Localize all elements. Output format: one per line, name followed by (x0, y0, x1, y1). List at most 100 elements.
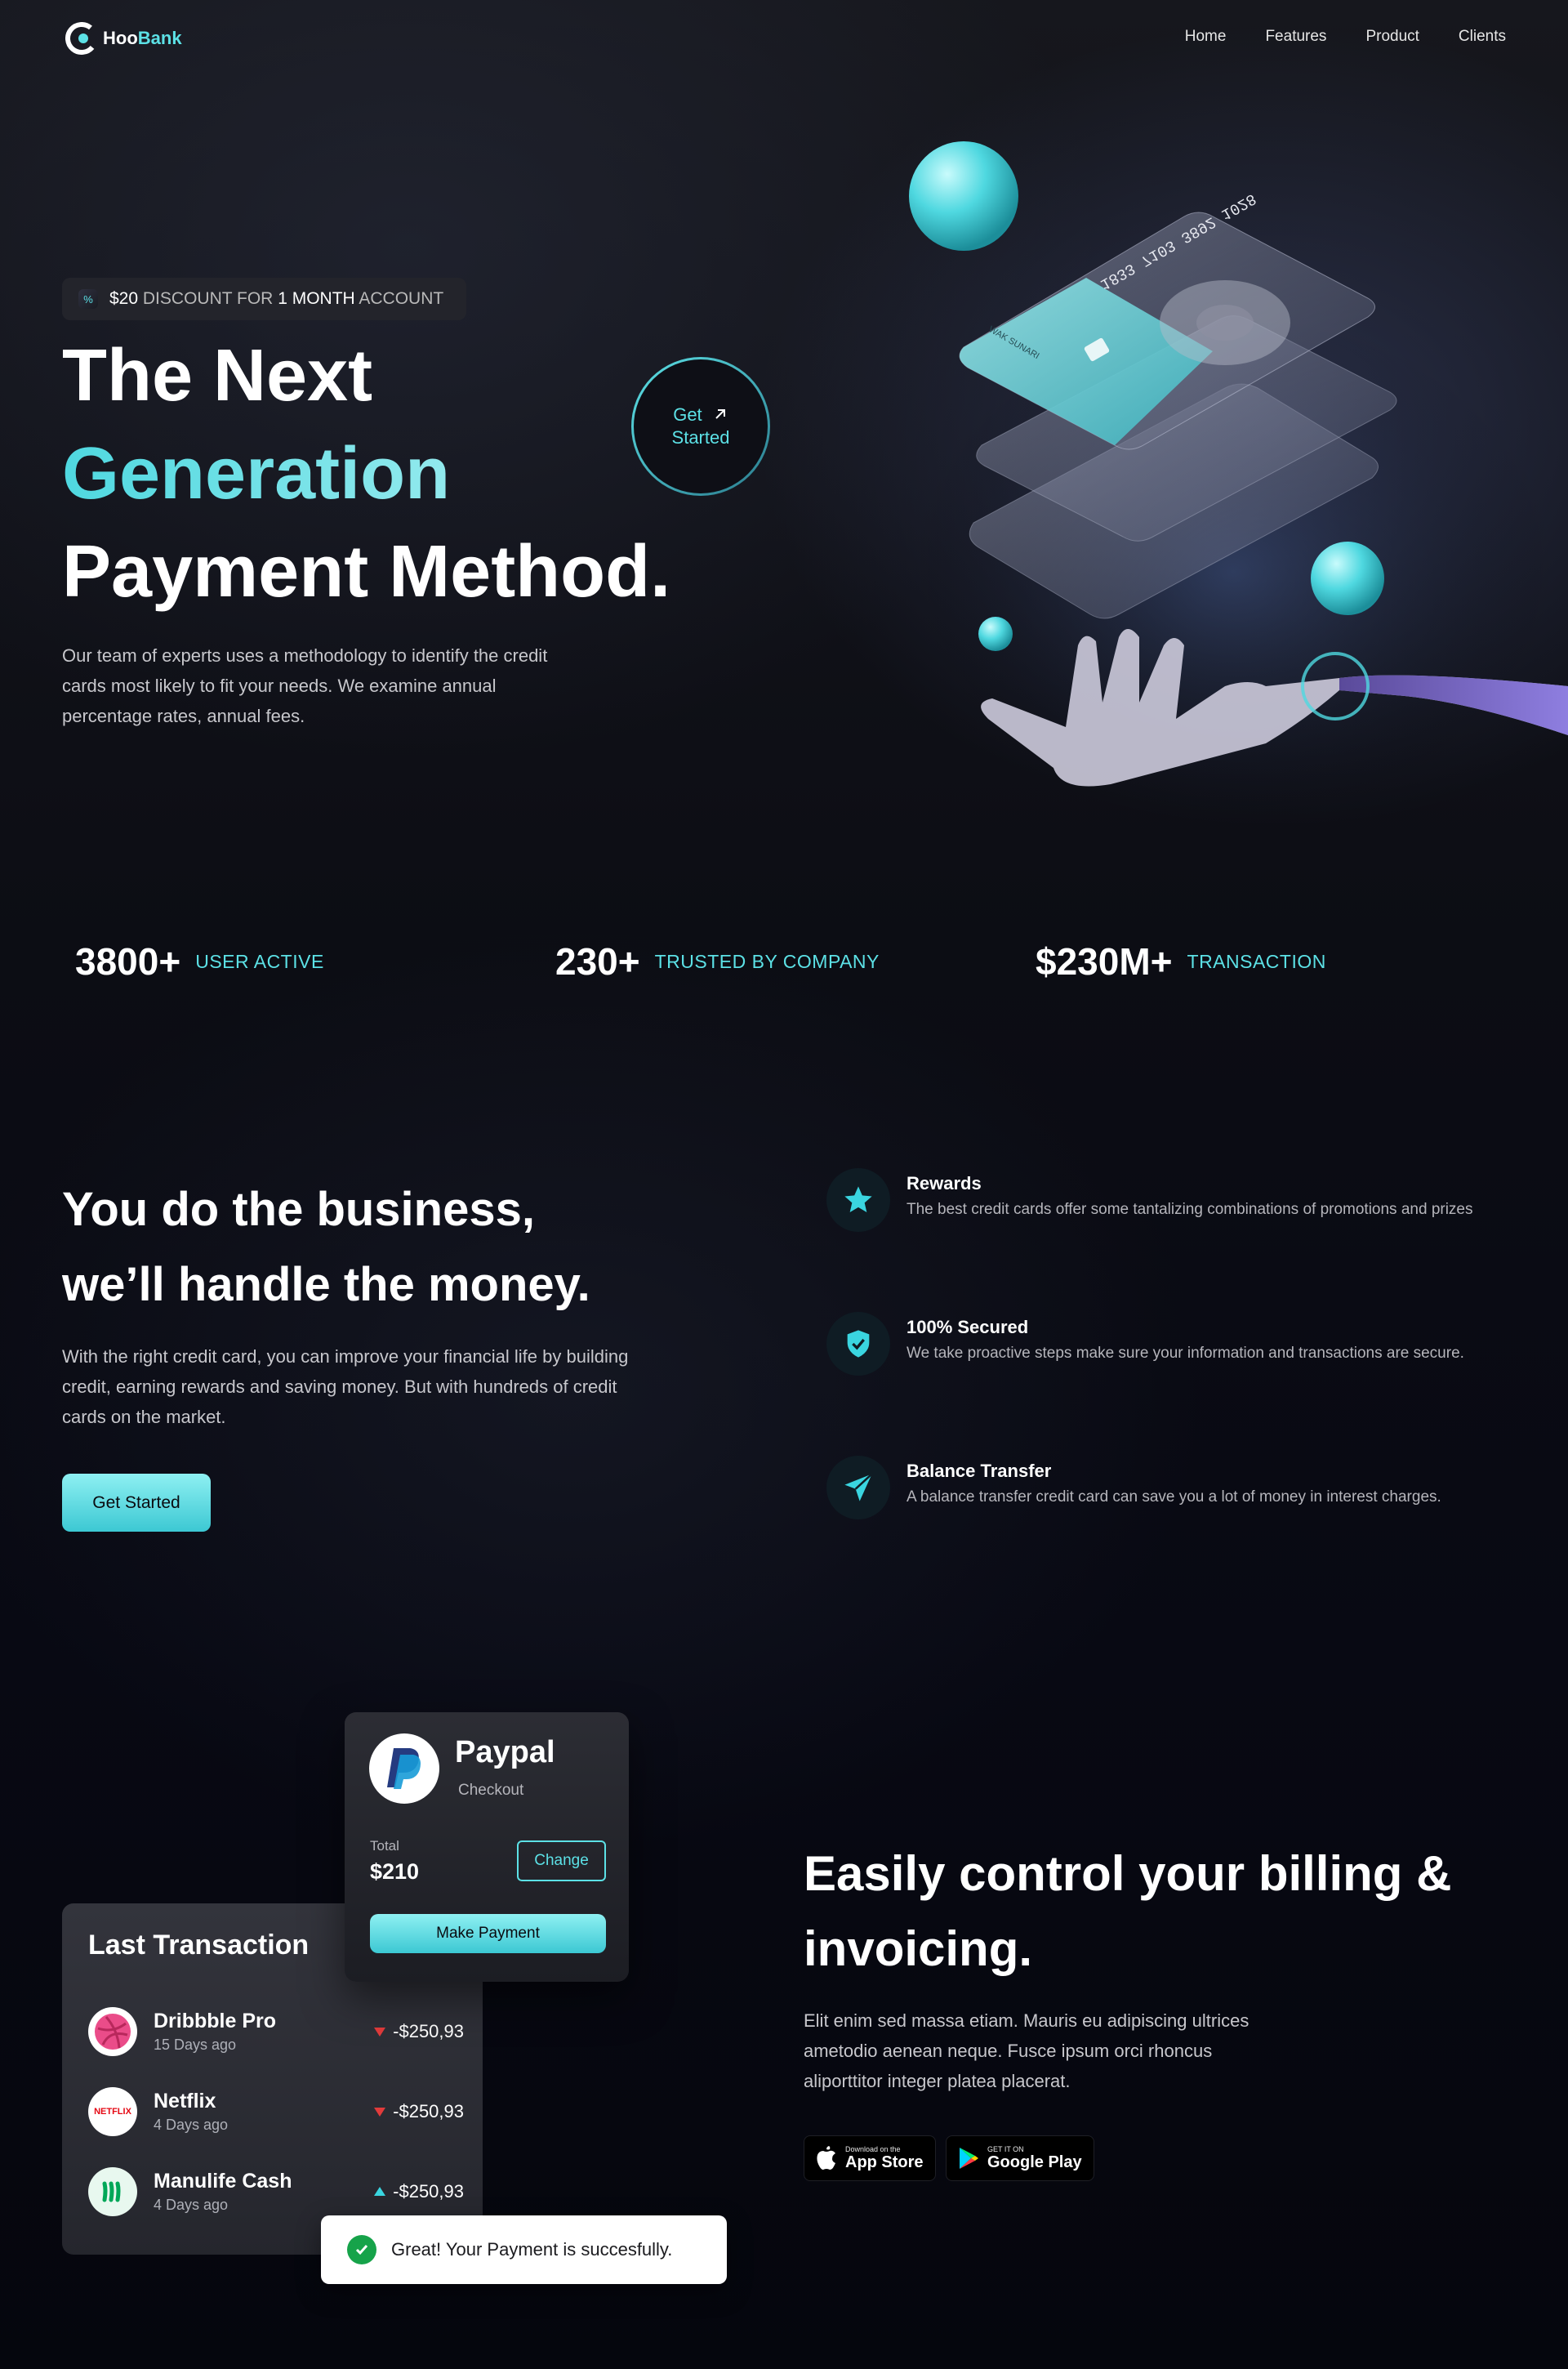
make-payment-button[interactable]: Make Payment (370, 1914, 606, 1953)
feature-balance-transfer-description: A balance transfer credit card can save … (906, 1488, 1441, 1506)
transaction-row[interactable]: NETFLIX Netflix 4 Days ago -$250,93 (88, 2086, 464, 2138)
hero-title-line1: The Next (62, 335, 373, 417)
brand-name-part1: Hoo (103, 28, 138, 48)
transaction-row[interactable]: Dribbble Pro 15 Days ago -$250,93 (88, 2005, 464, 2058)
google-play-text: GET IT ON Google Play (987, 2145, 1082, 2171)
feature-secured-title: 100% Secured (906, 1317, 1029, 1337)
dribbble-icon (88, 2007, 137, 2056)
transaction-date: 4 Days ago (154, 2117, 229, 2133)
stat-companies: 230+ TRUSTED BY COMPANY (555, 939, 880, 984)
brand-name-part2: Bank (137, 28, 182, 48)
get-started-circle-inner: Get Started (634, 359, 768, 493)
get-started-circle-button[interactable]: Get Started (631, 357, 770, 496)
discount-highlight: 1 MONTH (278, 289, 355, 308)
arrow-down-icon (374, 2108, 386, 2117)
paypal-icon (369, 1733, 439, 1804)
stat-users-value: 3800+ (75, 940, 181, 983)
paypal-subtitle: Checkout (458, 1782, 524, 1799)
discount-amount: $20 (109, 289, 139, 308)
brand-name: HooBank (103, 28, 182, 49)
arrow-down-icon (374, 2028, 386, 2037)
stat-companies-value: 230+ (555, 940, 640, 983)
cta-line1: Get (673, 404, 702, 425)
transaction-info: Dribbble Pro 15 Days ago (154, 2010, 276, 2054)
last-transaction-title: Last Transaction (88, 1930, 310, 1961)
apple-icon (817, 2146, 835, 2170)
logo[interactable]: HooBank (65, 21, 182, 56)
payment-success-toast: Great! Your Payment is succesfully. (321, 2215, 727, 2284)
manulife-icon (88, 2167, 137, 2216)
discount-text: $20 DISCOUNT FOR 1 MONTH ACCOUNT (109, 289, 443, 309)
nav-features[interactable]: Features (1265, 28, 1326, 46)
app-store-big: App Store (845, 2153, 924, 2171)
google-play-big: Google Play (987, 2153, 1082, 2171)
arrow-up-icon (374, 2187, 386, 2196)
check-icon (347, 2235, 376, 2264)
sphere-large (909, 141, 1018, 251)
transaction-amount-value: -$250,93 (393, 2101, 464, 2121)
feature-balance-transfer: Balance Transfer A balance transfer cred… (826, 1456, 1496, 1519)
card-circle-inner (1196, 305, 1254, 341)
feature-rewards-title: Rewards (906, 1173, 982, 1193)
discount-badge: % $20 DISCOUNT FOR 1 MONTH ACCOUNT (62, 278, 466, 320)
stat-transactions: $230M+ TRANSACTION (1036, 939, 1326, 984)
discount-text2: ACCOUNT (359, 289, 444, 308)
hero-illustration: 1833 7103 3892 1028 WAK SUNARI (906, 141, 1568, 833)
business-title-line1: You do the business, (62, 1183, 535, 1236)
google-play-small: GET IT ON (987, 2145, 1024, 2153)
transaction-amount-value: -$250,93 (393, 2021, 464, 2041)
app-store-text: Download on the App Store (845, 2145, 924, 2171)
transaction-amount: -$250,93 (373, 2101, 464, 2122)
toast-message: Great! Your Payment is succesfully. (391, 2239, 673, 2260)
discount-icon: % (78, 289, 98, 309)
business-title-line2: we’ll handle the money. (62, 1258, 590, 1311)
star-icon (826, 1168, 890, 1232)
cta-line1-row: Get (673, 404, 728, 426)
billing-title-line2: invoicing. (804, 1921, 1033, 1976)
stat-transactions-label: TRANSACTION (1187, 950, 1326, 972)
shield-icon (826, 1312, 890, 1376)
nav-clients[interactable]: Clients (1459, 28, 1506, 46)
paypal-total-label: Total (370, 1838, 399, 1854)
get-started-button[interactable]: Get Started (62, 1474, 211, 1532)
transaction-amount: -$250,93 (373, 2021, 464, 2042)
app-store-button[interactable]: Download on the App Store (804, 2135, 936, 2181)
sphere-small (978, 617, 1013, 651)
billing-title: Easily control your billing & invoicing. (804, 1836, 1522, 1987)
stat-users-label: USER ACTIVE (195, 950, 324, 972)
netflix-logo-text: NETFLIX (94, 2107, 131, 2117)
nav-home[interactable]: Home (1185, 28, 1227, 46)
paypal-name: Paypal (455, 1735, 555, 1769)
billing-description: Elit enim sed massa etiam. Mauris eu adi… (804, 2010, 1250, 2091)
transaction-amount-value: -$250,93 (393, 2181, 464, 2202)
feature-rewards-description: The best credit cards offer some tantali… (906, 1201, 1473, 1218)
main-nav: Home Features Product Clients (1185, 28, 1506, 46)
transaction-date: 15 Days ago (154, 2037, 237, 2053)
sphere-medium (1311, 542, 1384, 615)
google-play-icon (960, 2148, 978, 2169)
transaction-info: Netflix 4 Days ago (154, 2090, 228, 2134)
cta-line2: Started (671, 427, 730, 448)
feature-secured-description: We take proactive steps make sure your i… (906, 1345, 1464, 1362)
transaction-name: Dribbble Pro (154, 2010, 277, 2032)
transaction-amount: -$250,93 (373, 2181, 464, 2202)
business-description: With the right credit card, you can impr… (62, 1346, 629, 1427)
change-button[interactable]: Change (517, 1840, 606, 1881)
business-title: You do the business, we’ll handle the mo… (62, 1172, 590, 1323)
feature-rewards: Rewards The best credit cards offer some… (826, 1168, 1496, 1232)
transaction-row[interactable]: Manulife Cash 4 Days ago -$250,93 (88, 2166, 464, 2218)
transaction-info: Manulife Cash 4 Days ago (154, 2170, 292, 2214)
billing-title-line1: Easily control your billing & (804, 1846, 1452, 1901)
hero-title-line2: Generation (62, 425, 670, 523)
discount-text1: DISCOUNT FOR (142, 289, 274, 308)
stat-companies-label: TRUSTED BY COMPANY (654, 950, 880, 972)
nav-product[interactable]: Product (1365, 28, 1419, 46)
hero-description: Our team of experts uses a methodology t… (62, 645, 548, 726)
google-play-button[interactable]: GET IT ON Google Play (946, 2135, 1094, 2181)
feature-balance-transfer-title: Balance Transfer (906, 1461, 1052, 1481)
stat-transactions-value: $230M+ (1036, 940, 1173, 983)
netflix-icon: NETFLIX (88, 2087, 137, 2136)
send-icon (826, 1456, 890, 1519)
paypal-total: $210 (370, 1859, 420, 1884)
hero-title-line3: Payment Method. (62, 531, 671, 613)
